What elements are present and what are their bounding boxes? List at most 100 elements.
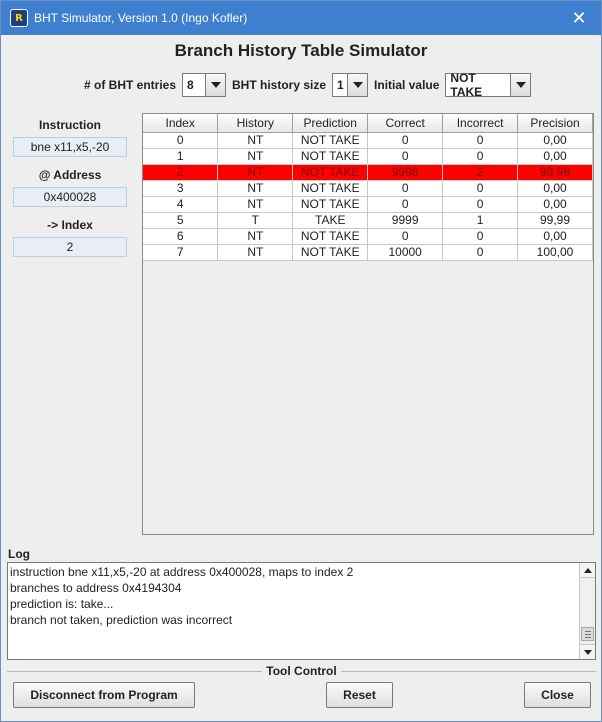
cell-prediction: NOT TAKE — [292, 244, 369, 261]
cell-incorrect: 0 — [442, 180, 519, 197]
column-header-precision[interactable]: Precision — [517, 114, 593, 133]
column-header-correct[interactable]: Correct — [367, 114, 444, 133]
table-row[interactable]: 0 NT NOT TAKE 0 0 0,00 — [143, 132, 593, 149]
column-header-prediction[interactable]: Prediction — [292, 114, 369, 133]
tool-control-group: Tool Control Disconnect from Program Res… — [7, 664, 596, 715]
cell-precision: 100,00 — [517, 244, 593, 261]
address-field: 0x400028 — [13, 187, 127, 207]
window-close-button[interactable]: ✕ — [557, 1, 601, 35]
options-bar: # of BHT entries 8 BHT history size 1 In… — [84, 71, 537, 99]
initial-value-value: NOT TAKE — [450, 71, 483, 99]
cell-precision: 99,99 — [517, 212, 593, 229]
cell-incorrect: 0 — [442, 148, 519, 165]
instruction-panel: Instruction bne x11,x5,-20 @ Address 0x4… — [13, 113, 127, 263]
column-header-incorrect[interactable]: Incorrect — [442, 114, 519, 133]
cell-correct: 0 — [367, 228, 444, 245]
address-label: @ Address — [38, 168, 102, 182]
history-size-select[interactable]: 1 — [332, 73, 369, 97]
cell-history: NT — [217, 164, 294, 181]
history-size-label: BHT history size — [232, 78, 327, 92]
index-field: 2 — [13, 237, 127, 257]
chevron-down-icon[interactable] — [347, 74, 368, 96]
cell-incorrect: 2 — [442, 164, 519, 181]
cell-history: NT — [217, 244, 294, 261]
cell-precision: 0,00 — [517, 132, 593, 149]
cell-index: 7 — [143, 244, 219, 261]
chevron-down-icon[interactable] — [510, 74, 531, 96]
history-size-value: 1 — [337, 78, 344, 92]
scroll-down-arrow-icon[interactable] — [580, 644, 595, 659]
cell-precision: 0,00 — [517, 196, 593, 213]
log-label: Log — [8, 547, 30, 561]
log-content: instruction bne x11,x5,-20 at address 0x… — [10, 564, 578, 628]
cell-correct: 0 — [367, 180, 444, 197]
log-line: branches to address 0x4194304 — [10, 581, 182, 595]
table-header-row: Index History Prediction Correct Incorre… — [143, 114, 593, 133]
main-content: Branch History Table Simulator # of BHT … — [4, 35, 598, 717]
cell-history: NT — [217, 132, 294, 149]
initial-value-select[interactable]: NOT TAKE — [445, 71, 532, 99]
cell-index: 1 — [143, 148, 219, 165]
log-textarea[interactable]: instruction bne x11,x5,-20 at address 0x… — [7, 562, 596, 660]
cell-incorrect: 1 — [442, 212, 519, 229]
column-header-history[interactable]: History — [217, 114, 294, 133]
bht-entries-value: 8 — [187, 78, 194, 92]
title-bar[interactable]: R BHT Simulator, Version 1.0 (Ingo Kofle… — [1, 1, 601, 35]
table-row[interactable]: 5 T TAKE 9999 1 99,99 — [143, 212, 593, 229]
cell-precision: 99,98 — [517, 164, 593, 181]
reset-button[interactable]: Reset — [326, 682, 393, 708]
table-row-selected[interactable]: 2 NT NOT TAKE 9998 2 99,98 — [143, 164, 593, 181]
cell-prediction: NOT TAKE — [292, 180, 369, 197]
cell-prediction: TAKE — [292, 212, 369, 229]
cell-prediction: NOT TAKE — [292, 196, 369, 213]
chevron-down-icon[interactable] — [205, 74, 226, 96]
cell-correct: 0 — [367, 132, 444, 149]
cell-incorrect: 0 — [442, 196, 519, 213]
log-scrollbar[interactable] — [579, 563, 595, 659]
index-label: -> Index — [47, 218, 93, 232]
cell-precision: 0,00 — [517, 148, 593, 165]
cell-index: 0 — [143, 132, 219, 149]
page-title: Branch History Table Simulator — [174, 41, 428, 60]
table-row[interactable]: 6 NT NOT TAKE 0 0 0,00 — [143, 228, 593, 245]
cell-correct: 9999 — [367, 212, 444, 229]
bht-table-container[interactable]: Index History Prediction Correct Incorre… — [142, 113, 594, 535]
disconnect-button[interactable]: Disconnect from Program — [13, 682, 195, 708]
table-row[interactable]: 1 NT NOT TAKE 0 0 0,00 — [143, 148, 593, 165]
cell-incorrect: 0 — [442, 228, 519, 245]
log-line: prediction is: take... — [10, 597, 114, 611]
cell-prediction: NOT TAKE — [292, 164, 369, 181]
cell-incorrect: 0 — [442, 132, 519, 149]
cell-history: NT — [217, 180, 294, 197]
window-title: BHT Simulator, Version 1.0 (Ingo Kofler) — [34, 11, 248, 25]
cell-correct: 0 — [367, 196, 444, 213]
cell-precision: 0,00 — [517, 180, 593, 197]
cell-prediction: NOT TAKE — [292, 228, 369, 245]
initial-value-label: Initial value — [374, 78, 440, 92]
bht-entries-select[interactable]: 8 — [182, 73, 227, 97]
cell-prediction: NOT TAKE — [292, 148, 369, 165]
table-row[interactable]: 7 NT NOT TAKE 10000 0 100,00 — [143, 244, 593, 261]
cell-history: T — [217, 212, 294, 229]
cell-correct: 9998 — [367, 164, 444, 181]
cell-precision: 0,00 — [517, 228, 593, 245]
instruction-field: bne x11,x5,-20 — [13, 137, 127, 157]
log-line: branch not taken, prediction was incorre… — [10, 613, 233, 627]
cell-index: 4 — [143, 196, 219, 213]
log-line: instruction bne x11,x5,-20 at address 0x… — [10, 565, 354, 579]
app-icon: R — [10, 9, 28, 27]
scrollbar-thumb[interactable] — [581, 627, 594, 641]
table-row[interactable]: 4 NT NOT TAKE 0 0 0,00 — [143, 196, 593, 213]
cell-index: 3 — [143, 180, 219, 197]
cell-prediction: NOT TAKE — [292, 132, 369, 149]
close-button[interactable]: Close — [524, 682, 591, 708]
cell-history: NT — [217, 196, 294, 213]
table-row[interactable]: 3 NT NOT TAKE 0 0 0,00 — [143, 180, 593, 197]
cell-correct: 0 — [367, 148, 444, 165]
cell-incorrect: 0 — [442, 244, 519, 261]
cell-index: 5 — [143, 212, 219, 229]
scroll-up-arrow-icon[interactable] — [580, 563, 595, 578]
column-header-index[interactable]: Index — [143, 114, 219, 133]
cell-index: 2 — [143, 164, 219, 181]
cell-correct: 10000 — [367, 244, 444, 261]
